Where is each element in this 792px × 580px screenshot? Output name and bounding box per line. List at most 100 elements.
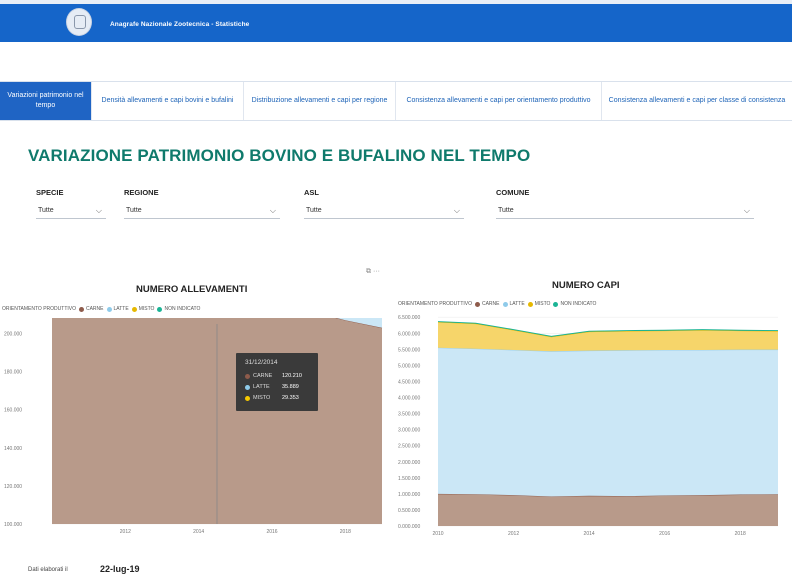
legend-label: MISTO xyxy=(138,306,155,312)
area-carne xyxy=(438,493,778,526)
legend-item-misto[interactable]: MISTO xyxy=(527,301,551,307)
legend-dot xyxy=(106,306,112,312)
specie-dropdown[interactable]: Tutte ⌵ xyxy=(36,205,106,219)
tooltip-value: 120.210 xyxy=(282,373,302,379)
header-bar: Anagrafe Nazionale Zootecnica - Statisti… xyxy=(0,0,792,42)
y-tick-label: 4.000.000 xyxy=(398,396,420,402)
tab-variazioni[interactable]: Variazioni patrimonio nel tempo xyxy=(0,82,92,120)
filter-label-regione: REGIONE xyxy=(124,188,159,197)
legend-dot xyxy=(553,301,559,307)
filter-label-comune: COMUNE xyxy=(496,188,530,197)
report-tabs: Variazioni patrimonio nel tempo Densità … xyxy=(0,81,792,121)
legend-title: ORIENTAMENTO PRODUTTIVO xyxy=(398,301,472,307)
y-tick-label: 6.000.000 xyxy=(398,331,420,337)
tooltip-label: MISTO xyxy=(253,395,271,401)
legend-label: LATTE xyxy=(113,306,129,312)
chart-tooltip: 31/12/2014 CARNE 120.210 LATTE 35.889 MIST… xyxy=(236,353,318,411)
legend-dot xyxy=(527,301,533,307)
legend-item-carne[interactable]: CARNE xyxy=(78,306,104,312)
tooltip-dot xyxy=(245,373,250,379)
visual-toolbar[interactable]: ⧉ ··· xyxy=(366,268,380,276)
tooltip-row-carne: CARNE 120.210 xyxy=(245,373,302,379)
y-tick-label: 200.000 xyxy=(4,332,22,338)
tooltip-value: 35.889 xyxy=(282,384,299,390)
emblem-logo xyxy=(66,8,92,36)
y-tick-label: 120.000 xyxy=(4,484,22,490)
legend-item-latte[interactable]: LATTE xyxy=(502,301,525,307)
y-tick-label: 5.500.000 xyxy=(398,347,420,353)
legend-capi: ORIENTAMENTO PRODUTTIVO CARNE LATTE MIST… xyxy=(398,301,596,307)
x-tick-label: 2012 xyxy=(120,529,131,535)
app-title: Anagrafe Nazionale Zootecnica - Statisti… xyxy=(110,21,250,28)
chevron-down-icon: ⌵ xyxy=(453,206,460,215)
legend-item-non-indicato[interactable]: NON INDICATO xyxy=(553,301,596,307)
legend-label: LATTE xyxy=(509,301,525,307)
y-tick-label: 3.000.000 xyxy=(398,428,420,434)
legend-label: CARNE xyxy=(85,306,104,312)
asl-value: Tutte xyxy=(306,207,322,214)
browser-strip xyxy=(0,0,792,4)
tab-orientamento[interactable]: Consistenza allevamenti e capi per orien… xyxy=(396,82,602,120)
legend-label: NON INDICATO xyxy=(560,301,597,307)
y-tick-label: 1.000.000 xyxy=(398,492,420,498)
y-tick-label: 0.000.000 xyxy=(398,524,420,530)
legend-item-latte[interactable]: LATTE xyxy=(106,306,129,312)
chart-numero-capi[interactable]: 0.000.000 0.500.000 1.000.000 1.500.000 2.00… xyxy=(394,310,786,542)
x-tick-label: 2014 xyxy=(193,529,204,535)
legend-item-misto[interactable]: MISTO xyxy=(131,306,155,312)
x-tick-label: 2010 xyxy=(432,531,443,537)
tooltip-label: CARNE xyxy=(253,373,273,379)
x-tick-label: 2016 xyxy=(266,529,277,535)
chevron-down-icon: ⌵ xyxy=(95,206,102,215)
legend-label: NON INDICATO xyxy=(164,306,201,312)
tab-classe-consistenza[interactable]: Consistenza allevamenti e capi per class… xyxy=(602,82,792,120)
y-tick-label: 140.000 xyxy=(4,446,22,452)
tab-distribuzione[interactable]: Distribuzione allevamenti e capi per reg… xyxy=(244,82,396,120)
comune-dropdown[interactable]: Tutte ⌵ xyxy=(496,205,754,219)
tooltip-dot xyxy=(245,384,250,390)
chart-title-allevamenti: NUMERO ALLEVAMENTI xyxy=(136,284,248,295)
comune-value: Tutte xyxy=(498,207,514,214)
y-tick-label: 6.500.000 xyxy=(398,315,420,321)
legend-dot xyxy=(78,306,84,312)
tooltip-row-latte: LATTE 35.889 xyxy=(245,384,299,390)
last-update-label: Dati elaborati il xyxy=(28,567,68,573)
specie-value: Tutte xyxy=(38,207,54,214)
filter-label-asl: ASL xyxy=(304,188,319,197)
chevron-down-icon: ⌵ xyxy=(743,206,750,215)
tab-densita[interactable]: Densità allevamenti e capi bovini e bufa… xyxy=(92,82,244,120)
legend-label: CARNE xyxy=(481,301,500,307)
chart-numero-allevamenti[interactable]: 100.000 120.000 140.000 160.000 180.000 200.0… xyxy=(0,318,385,540)
x-tick-label: 2014 xyxy=(584,531,595,537)
chevron-down-icon: ⌵ xyxy=(269,206,276,215)
y-tick-label: 0.500.000 xyxy=(398,508,420,514)
asl-dropdown[interactable]: Tutte ⌵ xyxy=(304,205,464,219)
y-tick-label: 3.500.000 xyxy=(398,412,420,418)
y-tick-label: 160.000 xyxy=(4,408,22,414)
legend-dot xyxy=(502,301,508,307)
y-tick-label: 180.000 xyxy=(4,370,22,376)
legend-allevamenti: ORIENTAMENTO PRODUTTIVO CARNE LATTE MIST… xyxy=(2,306,200,312)
regione-dropdown[interactable]: Tutte ⌵ xyxy=(124,205,280,219)
page-title: VARIAZIONE PATRIMONIO BOVINO E BUFALINO … xyxy=(28,146,531,165)
y-tick-label: 4.500.000 xyxy=(398,379,420,385)
legend-dot xyxy=(131,306,137,312)
tooltip-label: LATTE xyxy=(253,384,270,390)
tooltip-value: 29.353 xyxy=(282,395,299,401)
x-tick-label: 2012 xyxy=(508,531,519,537)
area-misto xyxy=(438,322,778,352)
legend-item-carne[interactable]: CARNE xyxy=(474,301,500,307)
x-tick-label: 2018 xyxy=(735,531,746,537)
x-tick-label: 2016 xyxy=(659,531,670,537)
area-latte xyxy=(438,347,778,497)
tooltip-dot xyxy=(245,395,250,401)
filter-label-specie: SPECIE xyxy=(36,188,64,197)
legend-label: MISTO xyxy=(534,301,551,307)
legend-dot xyxy=(157,306,163,312)
x-tick-label: 2018 xyxy=(340,529,351,535)
y-tick-label: 2.500.000 xyxy=(398,444,420,450)
tooltip-date: 31/12/2014 xyxy=(245,359,278,366)
legend-item-non-indicato[interactable]: NON INDICATO xyxy=(157,306,200,312)
legend-title: ORIENTAMENTO PRODUTTIVO xyxy=(2,306,76,312)
y-tick-label: 5.000.000 xyxy=(398,363,420,369)
